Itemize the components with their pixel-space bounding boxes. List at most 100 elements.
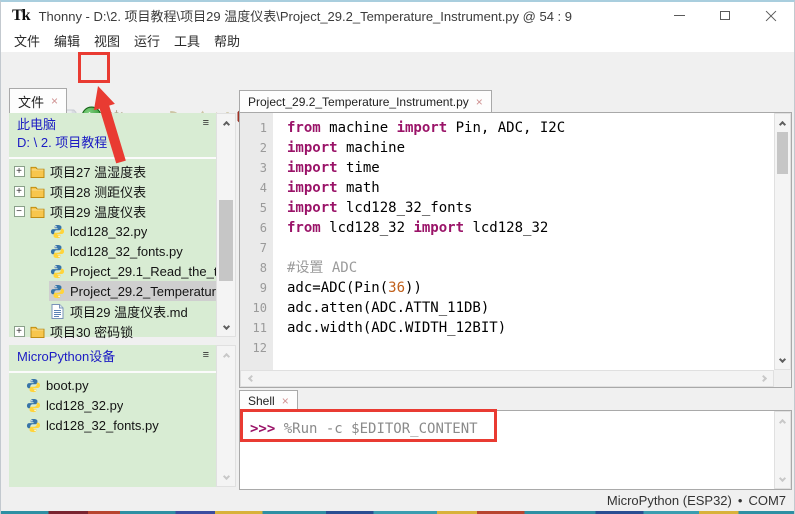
line-number: 5 (240, 198, 273, 218)
editor-hscrollbar[interactable] (240, 370, 774, 387)
tree-item-label: 项目29 温度仪表 (50, 202, 146, 221)
window-title: Thonny - D:\2. 项目教程\项目29 温度仪表\Project_29… (39, 6, 572, 25)
tree-item-label: boot.py (46, 378, 89, 393)
scroll-right-icon[interactable] (757, 371, 772, 386)
scroll-up-icon[interactable] (775, 115, 790, 130)
file-tree-item[interactable]: + 项目28 测距仪表 (9, 181, 216, 201)
code-line: import machine (287, 138, 774, 158)
device-tree-item[interactable]: boot.py (9, 375, 216, 395)
menu-item-运行[interactable]: 运行 (133, 31, 161, 50)
file-tree-item[interactable]: − 项目29 温度仪表 (9, 201, 216, 221)
scroll-down-icon[interactable] (775, 472, 790, 487)
line-number: 11 (240, 318, 273, 338)
file-tree-item[interactable]: Project_29.1_Read_the_the (9, 261, 216, 281)
tree-item-label: lcd128_32.py (46, 398, 123, 413)
tree-item-label: lcd128_32.py (70, 224, 147, 239)
scroll-up-icon[interactable] (217, 115, 235, 130)
line-number: 7 (240, 238, 273, 258)
panel-menu-icon[interactable]: ≡ (203, 350, 209, 361)
file-tree-item[interactable]: 项目29 温度仪表.md (9, 301, 216, 321)
python-icon (25, 377, 41, 393)
python-icon (49, 223, 65, 239)
port-label[interactable]: COM7 (748, 493, 786, 508)
close-tab-icon[interactable]: × (51, 95, 58, 107)
tree-item-label: 项目29 温度仪表.md (70, 302, 188, 321)
expander-icon[interactable]: − (14, 206, 25, 217)
python-icon (49, 243, 65, 259)
tab-editor[interactable]: Project_29.2_Temperature_Instrument.py × (239, 90, 492, 112)
editor-vscrollbar[interactable] (774, 113, 791, 370)
scroll-left-icon[interactable] (242, 371, 257, 386)
expander-icon[interactable]: + (14, 326, 25, 337)
scrollbar-corner (774, 370, 791, 387)
python-icon (49, 283, 65, 299)
folder-icon (29, 163, 45, 179)
folder-icon (29, 323, 45, 339)
menu-item-帮助[interactable]: 帮助 (213, 31, 241, 50)
expander-icon[interactable]: + (14, 186, 25, 197)
file-tree-item[interactable]: Project_29.2_Temperature_ (9, 281, 216, 301)
device-panel: MicroPython设备 ≡ boot.py lcd128_32.py lcd12… (9, 345, 216, 487)
window-controls (656, 2, 794, 29)
tree-item-label: 项目28 测距仪表 (50, 182, 146, 201)
device-scrollbar[interactable] (216, 345, 236, 487)
device-panel-title: MicroPython设备 (17, 348, 208, 366)
file-tree-item[interactable]: lcd128_32_fonts.py (9, 241, 216, 261)
python-icon (25, 417, 41, 433)
device-tree-item[interactable]: lcd128_32_fonts.py (9, 415, 216, 435)
expander-icon[interactable]: + (14, 166, 25, 177)
minimize-icon[interactable] (656, 2, 702, 29)
tree-item-label: Project_29.2_Temperature_ (70, 284, 216, 299)
tree-root-computer[interactable]: 此电脑 (17, 116, 208, 134)
tab-shell[interactable]: Shell × (239, 390, 298, 410)
python-icon (25, 397, 41, 413)
device-tree: boot.py lcd128_32.py lcd128_32_fonts.py (9, 373, 216, 435)
close-tab-icon[interactable]: × (476, 96, 483, 108)
tree-item-label: Project_29.1_Read_the_the (70, 264, 216, 279)
device-tree-item[interactable]: lcd128_32.py (9, 395, 216, 415)
menu-item-视图[interactable]: 视图 (93, 31, 121, 50)
line-number: 10 (240, 298, 273, 318)
line-number: 4 (240, 178, 273, 198)
python-icon (49, 263, 65, 279)
file-tree-item[interactable]: + 项目30 密码锁 (9, 321, 216, 341)
tab-files[interactable]: 文件 × (9, 88, 67, 113)
menu-bar: 文件编辑视图运行工具帮助 (1, 29, 794, 52)
tree-item-label: 项目30 密码锁 (50, 322, 133, 341)
tree-root-path[interactable]: D: \ 2. 项目教程 (17, 134, 208, 152)
close-tab-icon[interactable]: × (282, 395, 289, 407)
line-number: 9 (240, 278, 273, 298)
maximize-icon[interactable] (702, 2, 748, 29)
scroll-up-icon[interactable] (217, 347, 235, 362)
device-panel-header: MicroPython设备 ≡ (9, 345, 216, 373)
files-scrollbar[interactable] (216, 113, 236, 337)
scroll-down-icon[interactable] (217, 470, 235, 485)
code-line: import time (287, 158, 774, 178)
tree-item-label: lcd128_32_fonts.py (70, 244, 183, 259)
menu-item-工具[interactable]: 工具 (173, 31, 201, 50)
scroll-up-icon[interactable] (775, 413, 790, 428)
backend-label[interactable]: MicroPython (ESP32) (607, 493, 732, 508)
menu-item-编辑[interactable]: 编辑 (53, 31, 81, 50)
scroll-thumb[interactable] (777, 132, 788, 174)
scroll-thumb[interactable] (219, 200, 233, 281)
code-line: #设置 ADC (287, 258, 774, 278)
line-numbers: 123456789101112 (240, 113, 273, 370)
scroll-down-icon[interactable] (217, 320, 235, 335)
status-separator: • (738, 493, 743, 508)
line-number: 2 (240, 138, 273, 158)
code-line: import math (287, 178, 774, 198)
code-line: import lcd128_32_fonts (287, 198, 774, 218)
file-tree-item[interactable]: +项目27 温湿度表 (9, 161, 216, 181)
line-number: 3 (240, 158, 273, 178)
folder-icon (29, 203, 45, 219)
thonny-window: Tk Thonny - D:\2. 项目教程\项目29 温度仪表\Project… (0, 0, 795, 514)
scroll-down-icon[interactable] (775, 353, 790, 368)
doc-icon (49, 303, 65, 319)
code-area[interactable]: from machine import Pin, ADC, I2Cimport … (273, 113, 774, 370)
close-icon[interactable] (748, 2, 794, 29)
file-tree-item[interactable]: lcd128_32.py (9, 221, 216, 241)
panel-menu-icon[interactable]: ≡ (203, 118, 209, 129)
shell-scrollbar[interactable] (774, 411, 791, 489)
menu-item-文件[interactable]: 文件 (13, 31, 41, 50)
